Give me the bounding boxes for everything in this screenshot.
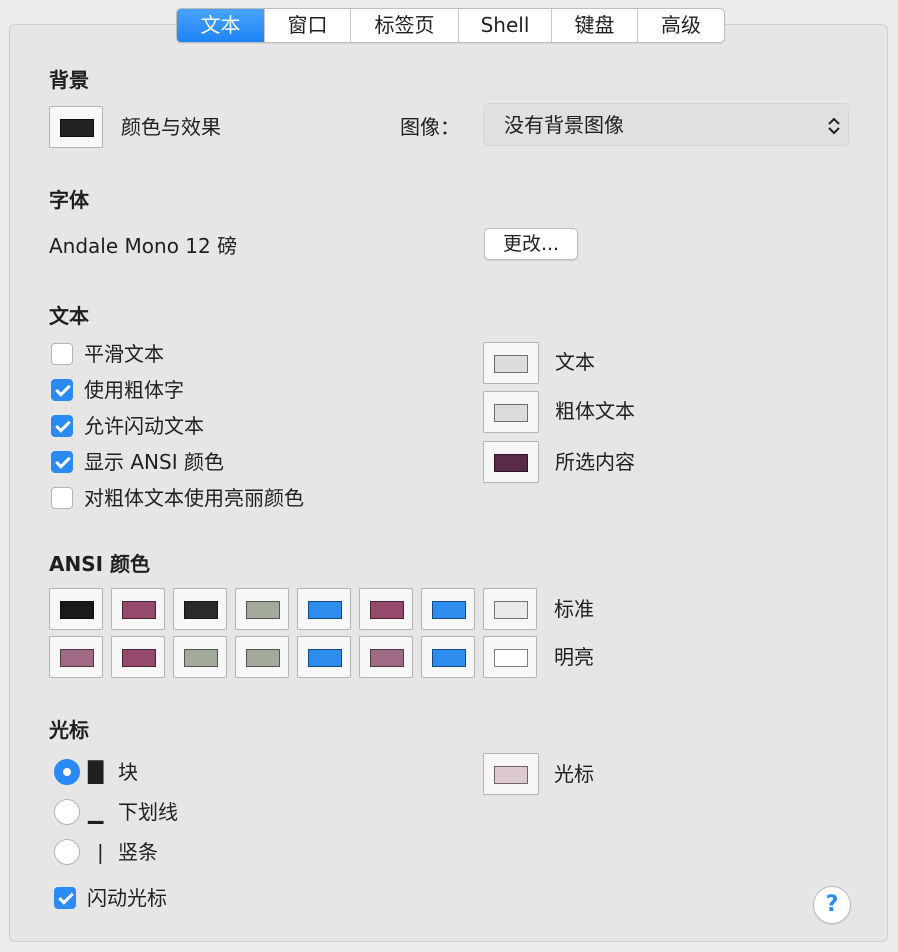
ansi-normal-color-swatch-7	[494, 601, 528, 619]
cursor-underline-glyph: ▁	[88, 800, 104, 824]
bold-text-color-label: 粗体文本	[555, 399, 635, 423]
selection-color-swatch	[494, 454, 528, 472]
tab-text[interactable]: 文本	[177, 9, 265, 42]
cursor-color-swatch	[494, 766, 528, 784]
tab-advanced[interactable]: 高级	[638, 9, 724, 42]
smooth-text-label: 平滑文本	[84, 342, 164, 366]
background-heading: 背景	[49, 68, 89, 92]
ansi-bright-color-well-0[interactable]	[49, 636, 103, 678]
color-effects-label: 颜色与效果	[121, 115, 221, 139]
text-color-swatch	[494, 355, 528, 373]
cursor-heading: 光标	[49, 718, 89, 742]
cursor-block-radio[interactable]	[54, 759, 80, 785]
bold-text-color-swatch	[494, 404, 528, 422]
ansi-bright-color-well-6[interactable]	[421, 636, 475, 678]
blink-cursor-checkbox[interactable]	[54, 887, 76, 909]
text-color-well[interactable]	[483, 342, 539, 384]
cursor-underline-radio[interactable]	[54, 799, 80, 825]
ansi-bright-color-swatch-3	[246, 649, 280, 667]
help-button[interactable]: ?	[813, 886, 851, 924]
ansi-bright-color-well-5[interactable]	[359, 636, 413, 678]
blink-text-label: 允许闪动文本	[84, 414, 204, 438]
selection-color-well[interactable]	[483, 441, 539, 483]
text-heading: 文本	[49, 304, 89, 328]
cursor-block-glyph: █	[88, 760, 104, 784]
cursor-color-label: 光标	[554, 762, 594, 786]
ansi-normal-color-well-7[interactable]	[483, 588, 537, 630]
ansi-normal-color-swatch-3	[246, 601, 280, 619]
cursor-block-label: 块	[118, 760, 138, 784]
ansi-bright-color-swatch-6	[432, 649, 466, 667]
ansi-normal-color-well-5[interactable]	[359, 588, 413, 630]
ansi-normal-color-well-1[interactable]	[111, 588, 165, 630]
ansi-normal-color-well-6[interactable]	[421, 588, 475, 630]
tab-window[interactable]: 窗口	[265, 9, 351, 42]
ansi-bright-color-well-4[interactable]	[297, 636, 351, 678]
ansi-normal-color-swatch-1	[122, 601, 156, 619]
cursor-bar-label: 竖条	[118, 840, 158, 864]
blink-text-checkbox[interactable]	[51, 415, 73, 437]
tab-bar: 文本 窗口 标签页 Shell 键盘 高级	[176, 8, 725, 43]
bright-bold-checkbox[interactable]	[51, 487, 73, 509]
ansi-normal-color-swatch-0	[60, 601, 94, 619]
ansi-bright-color-swatch-0	[60, 649, 94, 667]
ansi-bright-color-well-2[interactable]	[173, 636, 227, 678]
ansi-bright-label: 明亮	[554, 645, 594, 669]
font-value: Andale Mono 12 磅	[49, 234, 238, 258]
text-color-label: 文本	[555, 350, 595, 374]
bold-text-color-well[interactable]	[483, 391, 539, 433]
ansi-heading: ANSI 颜色	[49, 552, 151, 576]
ansi-normal-color-swatch-6	[432, 601, 466, 619]
cursor-bar-glyph: ❘	[92, 840, 109, 864]
font-heading: 字体	[49, 188, 89, 212]
bold-fonts-checkbox[interactable]	[51, 379, 73, 401]
ansi-bright-color-swatch-2	[184, 649, 218, 667]
smooth-text-checkbox[interactable]	[51, 343, 73, 365]
ansi-bright-color-well-1[interactable]	[111, 636, 165, 678]
ansi-bright-color-swatch-1	[122, 649, 156, 667]
ansi-normal-color-swatch-4	[308, 601, 342, 619]
cursor-bar-radio[interactable]	[54, 839, 80, 865]
ansi-normal-color-swatch-5	[370, 601, 404, 619]
background-color-well[interactable]	[49, 106, 103, 148]
background-color-swatch	[60, 119, 94, 137]
ansi-bright-color-swatch-4	[308, 649, 342, 667]
cursor-underline-label: 下划线	[118, 800, 178, 824]
ansi-colors-checkbox[interactable]	[51, 451, 73, 473]
cursor-color-well[interactable]	[483, 753, 539, 795]
ansi-bright-color-swatch-7	[494, 649, 528, 667]
background-image-value: 没有背景图像	[504, 113, 624, 137]
ansi-normal-color-well-2[interactable]	[173, 588, 227, 630]
bright-bold-label: 对粗体文本使用亮丽颜色	[84, 486, 304, 510]
tab-tabs[interactable]: 标签页	[351, 9, 459, 42]
blink-cursor-label: 闪动光标	[87, 886, 167, 910]
image-label: 图像：	[400, 115, 460, 139]
ansi-normal-color-well-0[interactable]	[49, 588, 103, 630]
ansi-colors-label: 显示 ANSI 颜色	[84, 450, 224, 474]
ansi-bright-color-well-3[interactable]	[235, 636, 289, 678]
ansi-bright-color-well-7[interactable]	[483, 636, 537, 678]
selection-color-label: 所选内容	[555, 450, 635, 474]
ansi-normal-color-well-3[interactable]	[235, 588, 289, 630]
bold-fonts-label: 使用粗体字	[84, 378, 184, 402]
ansi-normal-color-swatch-2	[184, 601, 218, 619]
background-image-select[interactable]: 没有背景图像	[483, 103, 849, 146]
select-arrows-icon	[828, 117, 840, 135]
ansi-normal-color-well-4[interactable]	[297, 588, 351, 630]
tab-keyboard[interactable]: 键盘	[552, 9, 638, 42]
ansi-normal-label: 标准	[554, 597, 594, 621]
ansi-bright-color-swatch-5	[370, 649, 404, 667]
change-font-button[interactable]: 更改...	[484, 228, 578, 260]
tab-shell[interactable]: Shell	[459, 9, 552, 42]
